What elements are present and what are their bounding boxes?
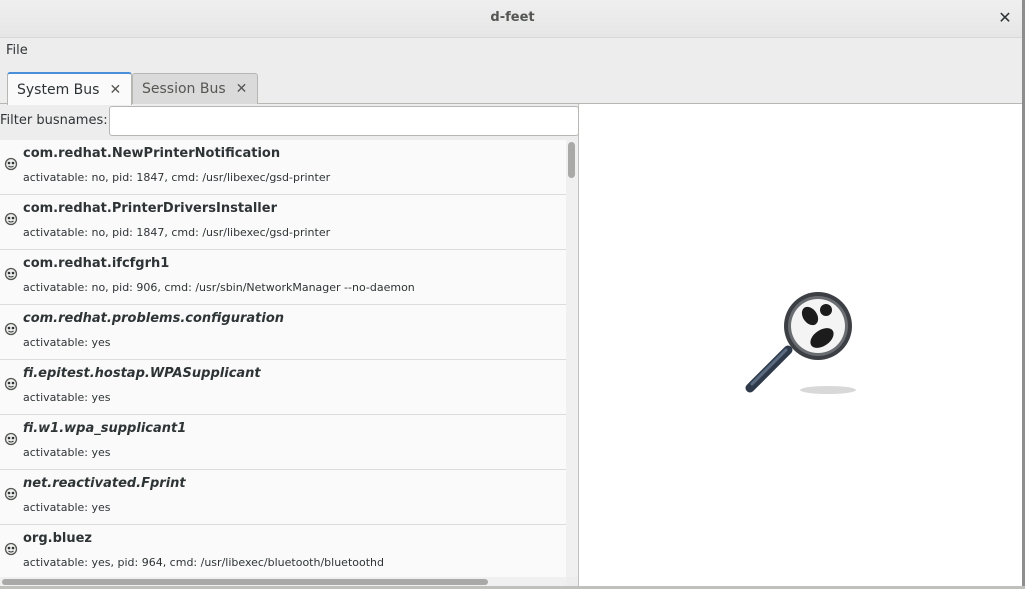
close-icon[interactable]: ✕ [109,82,121,98]
bus-list-item[interactable]: fi.w1.wpa_supplicant1 activatable: yes [0,415,566,470]
bus-list-item[interactable]: org.bluez activatable: yes, pid: 964, cmd… [0,525,566,577]
bus-info: activatable: yes [23,446,111,459]
bus-list: com.redhat.NewPrinterNotification activat… [0,140,566,577]
bus-icon [4,432,18,446]
bus-info: activatable: yes [23,336,111,349]
filter-row: Filter busnames: [0,104,579,140]
menu-file[interactable]: File [6,43,28,58]
bus-info: activatable: yes, pid: 964, cmd: /usr/li… [23,556,384,569]
tab-session-bus[interactable]: Session Bus ✕ [132,73,258,104]
bus-name: com.redhat.ifcfgrh1 [23,256,170,271]
window-title: d-feet [490,10,535,25]
bus-icon [4,487,18,501]
bus-name: com.redhat.PrinterDriversInstaller [23,201,277,216]
bus-name: com.redhat.problems.configuration [23,311,285,326]
bus-list-item[interactable]: com.redhat.NewPrinterNotification activat… [0,140,566,195]
bus-name: com.redhat.NewPrinterNotification [23,146,281,161]
bus-info: activatable: yes [23,391,111,404]
bus-name: fi.w1.wpa_supplicant1 [23,421,187,436]
bus-icon [4,212,18,226]
bus-list-pane: Filter busnames: com.redhat.NewPrinterNo… [0,104,579,589]
bus-name: fi.epitest.hostap.WPASupplicant [23,366,261,381]
filter-label: Filter busnames: [0,113,108,128]
bus-icon [4,377,18,391]
close-icon[interactable]: ✕ [236,81,248,97]
vertical-scroll-thumb[interactable] [568,142,575,178]
bus-icon [4,267,18,281]
magnifier-icon [745,292,856,394]
tab-label: Session Bus [142,81,226,97]
bus-icon [4,157,18,171]
bus-info: activatable: no, pid: 1847, cmd: /usr/li… [23,226,331,239]
bus-info: activatable: no, pid: 906, cmd: /usr/sbi… [23,281,415,294]
bus-name: net.reactivated.Fprint [23,476,186,491]
bus-list-item[interactable]: net.reactivated.Fprint activatable: yes [0,470,566,525]
bus-icon [4,322,18,336]
title-bar: d-feet ✕ [0,0,1025,38]
bus-list-item[interactable]: fi.epitest.hostap.WPASupplicant activatab… [0,360,566,415]
window-close-button[interactable]: ✕ [997,9,1013,27]
bus-info: activatable: no, pid: 1847, cmd: /usr/li… [23,171,331,184]
bus-list-item[interactable]: com.redhat.PrinterDriversInstaller activa… [0,195,566,250]
bus-icon [4,542,18,556]
bus-info: activatable: yes [23,501,111,514]
tab-bar: System Bus ✕ Session Bus ✕ [0,66,1025,105]
tab-system-bus[interactable]: System Bus ✕ [7,72,132,105]
bus-list-item[interactable]: com.redhat.ifcfgrh1 activatable: no, pid:… [0,250,566,305]
horizontal-scroll-thumb[interactable] [2,579,488,585]
tab-label: System Bus [17,81,100,98]
vertical-scrollbar[interactable] [566,140,578,577]
bus-list-item[interactable]: com.redhat.problems.configuration activat… [0,305,566,360]
filter-input[interactable] [109,106,579,136]
bus-name: org.bluez [23,531,92,546]
menu-bar: File [0,38,1025,66]
close-icon: ✕ [998,8,1012,27]
details-pane [580,104,1022,587]
